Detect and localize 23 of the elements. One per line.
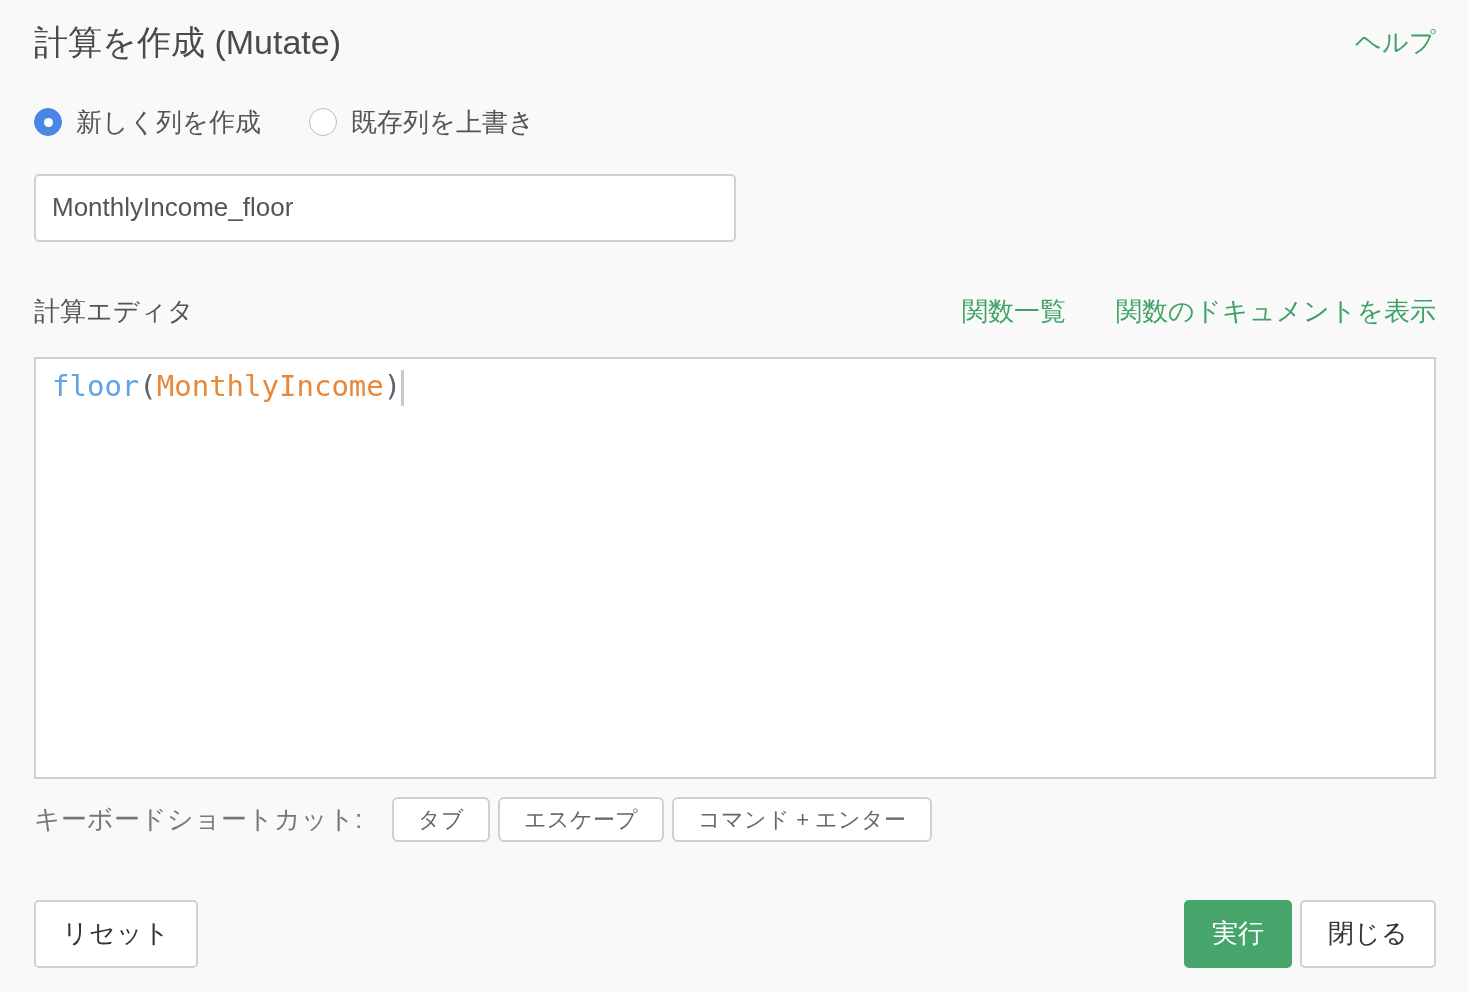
shortcuts-label: キーボードショートカット: [34, 802, 363, 836]
shortcut-key-button[interactable]: エスケープ [498, 796, 665, 842]
function-link[interactable]: 関数のドキュメントを表示 [1116, 291, 1436, 331]
column-name-field[interactable]: MonthlyIncome_floor [34, 173, 736, 242]
action-button[interactable]: 実行 [1184, 899, 1292, 968]
help-link[interactable]: ヘルプ [1355, 22, 1436, 62]
function-link[interactable]: 関数一覧 [962, 291, 1066, 331]
shortcut-key-button[interactable]: コマンド + エンター [672, 796, 933, 842]
radio-button[interactable] [309, 108, 337, 137]
code-token: floor [52, 368, 140, 403]
editor-label: 計算エディタ [34, 294, 194, 328]
code-token: ( [139, 368, 157, 403]
radio-button[interactable] [34, 108, 62, 137]
code-token: MonthlyIncome [156, 368, 384, 403]
code-token: ) [383, 368, 402, 403]
text-cursor [401, 369, 405, 406]
action-button[interactable]: 閉じる [1300, 899, 1436, 968]
radio-label: 新しく列を作成 [76, 105, 261, 139]
shortcut-key-button[interactable]: タブ [392, 796, 491, 842]
code-editor[interactable]: floor(MonthlyIncome) [34, 356, 1436, 779]
action-button[interactable]: リセット [34, 899, 198, 968]
dialog-title: 計算を作成 (Mutate) [34, 22, 342, 63]
radio-label: 既存列を上書き [351, 105, 535, 139]
